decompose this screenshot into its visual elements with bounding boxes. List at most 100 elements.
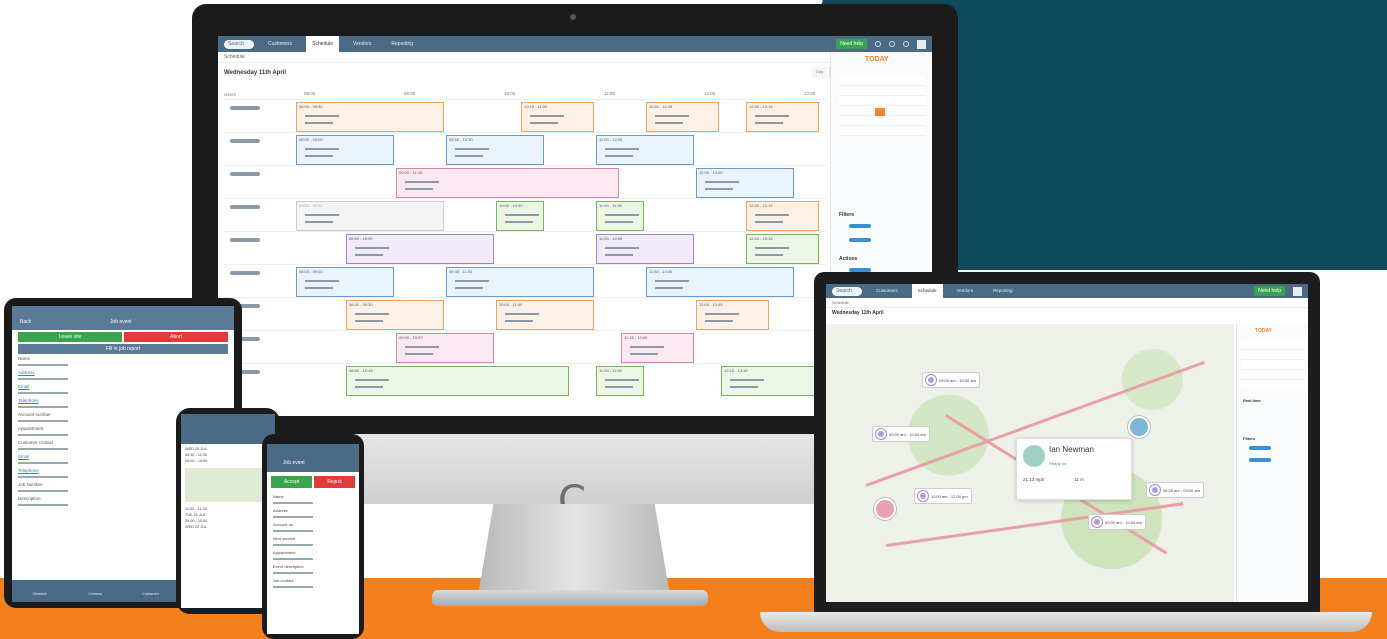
leave-site-button[interactable]: Leave site — [18, 332, 122, 342]
footer-tab-contacts[interactable]: Contacts — [68, 580, 124, 602]
schedule-event[interactable]: 12:30 - 13:15 — [746, 234, 819, 264]
filter-pill[interactable] — [849, 238, 871, 242]
schedule-row: 08:30 - 10:00 11:00 - 12:00 12:30 - 13:15 — [224, 231, 826, 264]
footer-tab-customers[interactable]: Customers — [123, 580, 179, 602]
need-help-button[interactable]: Need help — [836, 39, 867, 49]
tab-reporting[interactable]: Reporting — [385, 36, 419, 52]
search-input[interactable]: Search — [224, 39, 254, 49]
schedule-event[interactable]: 09:00 - 10:00 — [396, 333, 494, 363]
schedule-event[interactable]: 12:30 - 13:15 — [746, 201, 819, 231]
breadcrumb: Schedule — [218, 52, 932, 63]
schedule-row: 08:00 - 09:00 09:30 - 10:30 11:00 - 12:00 — [224, 132, 826, 165]
schedule-event[interactable]: 09:30 - 10:30 — [446, 135, 544, 165]
schedule-event[interactable]: 08:00 - 09:30 — [296, 201, 444, 231]
day-heading: WED 22 JUL — [185, 525, 207, 529]
map-job-pin[interactable]: 09:00 am - 10:00 am — [872, 426, 930, 442]
schedule-event[interactable]: 12:00 - 13:00 — [696, 168, 794, 198]
event-time: 09:30 - 11:00 — [449, 269, 473, 274]
schedule-event[interactable]: 11:00 - 12:00 — [596, 135, 694, 165]
search-input[interactable]: Search — [832, 286, 862, 296]
schedule-event[interactable]: 08:30 - 09:30 — [346, 300, 444, 330]
field-value — [273, 558, 313, 560]
tab-schedule[interactable]: Schedule — [911, 284, 943, 298]
actions-title: Actions — [839, 256, 858, 262]
phone-map[interactable] — [185, 468, 271, 502]
schedule-event[interactable]: 11:00 - 11:30 — [596, 366, 644, 396]
mini-calendar[interactable] — [1241, 340, 1305, 388]
footer-tab-schedule[interactable]: Schedule — [12, 580, 68, 602]
need-help-button[interactable]: Need help — [1254, 286, 1285, 296]
mini-calendar[interactable] — [839, 76, 925, 136]
engineer-location-icon[interactable] — [1128, 416, 1150, 438]
schedule-event[interactable]: 11:00 - 11:30 — [596, 201, 644, 231]
laptop-base — [760, 612, 1372, 632]
selected-day[interactable] — [875, 108, 885, 116]
today-button[interactable]: TODAY — [865, 56, 889, 63]
tab-vendors[interactable]: Vendors — [347, 36, 377, 52]
list-item[interactable]: 09:00 - 10:00 — [185, 458, 271, 464]
schedule-event[interactable]: 12:30 - 13:15 — [746, 102, 819, 132]
filter-pill[interactable] — [1249, 446, 1271, 450]
schedule-event[interactable]: 12:00 - 12:45 — [696, 300, 769, 330]
detail-field: Appointment — [267, 548, 359, 562]
tab-customers[interactable]: Customers — [870, 284, 904, 298]
filter-pill[interactable] — [849, 224, 871, 228]
event-text-line — [630, 346, 664, 348]
detail-field[interactable]: Address — [12, 368, 234, 382]
event-time: 08:00 - 09:00 — [299, 269, 323, 274]
fill-report-button[interactable]: Fill in job report — [18, 344, 228, 354]
bell-icon[interactable] — [889, 41, 895, 47]
event-text-line — [355, 379, 389, 381]
engineer-location-icon[interactable] — [874, 498, 896, 520]
event-time: 10:00 - 11:00 — [499, 302, 523, 307]
event-text-line — [305, 148, 339, 150]
event-text-line — [305, 221, 333, 223]
schedule-row: 08:30 - 10:45 11:00 - 11:30 12:15 - 13:15 — [224, 363, 826, 396]
job-marker-icon — [1150, 485, 1160, 495]
map-job-pin[interactable]: 09:00 am - 10:00 am — [1088, 514, 1146, 530]
map-job-pin[interactable]: 11:00 am - 12:00 pm — [914, 488, 972, 504]
detail-field[interactable]: Email — [12, 382, 234, 396]
back-button[interactable]: Back — [20, 319, 31, 325]
filter-pill[interactable] — [1249, 458, 1271, 462]
schedule-event[interactable]: 08:30 - 10:00 — [346, 234, 494, 264]
schedule-event[interactable]: 11:00 - 12:00 — [596, 234, 694, 264]
schedule-event[interactable]: 08:30 - 10:45 — [346, 366, 569, 396]
avatar[interactable] — [1293, 286, 1302, 296]
map-view[interactable]: 09:00 am - 10:00 am 09:00 am - 10:00 am … — [826, 324, 1234, 602]
schedule-event[interactable]: 12:15 - 13:15 — [721, 366, 819, 396]
today-button[interactable]: TODAY — [1255, 328, 1272, 334]
real-time-toggle[interactable]: Real time — [1243, 398, 1261, 403]
schedule-event[interactable]: 11:30 - 12:15 — [646, 102, 719, 132]
accept-button[interactable]: Accept — [271, 476, 312, 488]
schedule-event[interactable]: 10:15 - 11:00 — [521, 102, 594, 132]
tab-vendors[interactable]: Vendors — [951, 284, 980, 298]
view-day[interactable]: Day — [812, 67, 828, 78]
schedule-event[interactable]: 08:00 - 09:00 — [296, 135, 394, 165]
help-icon[interactable] — [903, 41, 909, 47]
engineer-popup[interactable]: Ian Newman Ready for 21.13 mph 11 m — [1016, 438, 1132, 500]
tab-schedule[interactable]: Schedule — [306, 36, 340, 52]
schedule-event[interactable]: 08:00 - 09:30 — [296, 102, 444, 132]
map-job-pin[interactable]: 08:30 am - 09:00 am — [1146, 482, 1204, 498]
app-navbar: Search Customers Schedule Vendors Report… — [218, 36, 932, 52]
event-text-line — [530, 115, 564, 117]
schedule-event[interactable]: 09:00 - 11:15 — [396, 168, 619, 198]
abort-button[interactable]: Abort — [124, 332, 228, 342]
tab-reporting[interactable]: Reporting — [987, 284, 1019, 298]
avatar[interactable] — [917, 39, 926, 49]
schedule-event[interactable]: 09:30 - 11:00 — [446, 267, 594, 297]
schedule-event[interactable]: 11:30 - 13:00 — [646, 267, 794, 297]
detail-field: Next service — [267, 534, 359, 548]
field-label: Account number — [18, 412, 51, 417]
schedule-event[interactable]: 10:00 - 11:00 — [496, 300, 594, 330]
filters-title: Filters — [839, 212, 855, 218]
schedule-event[interactable]: 08:00 - 09:00 — [296, 267, 394, 297]
schedule-event[interactable]: 10:00 - 10:30 — [496, 201, 544, 231]
schedule-event[interactable]: 11:15 - 12:00 — [621, 333, 694, 363]
gear-icon[interactable] — [875, 41, 881, 47]
map-job-pin[interactable]: 09:00 am - 10:00 am — [922, 372, 980, 388]
reject-button[interactable]: Reject — [314, 476, 355, 488]
field-value — [18, 448, 68, 450]
tab-customers[interactable]: Customers — [262, 36, 298, 52]
